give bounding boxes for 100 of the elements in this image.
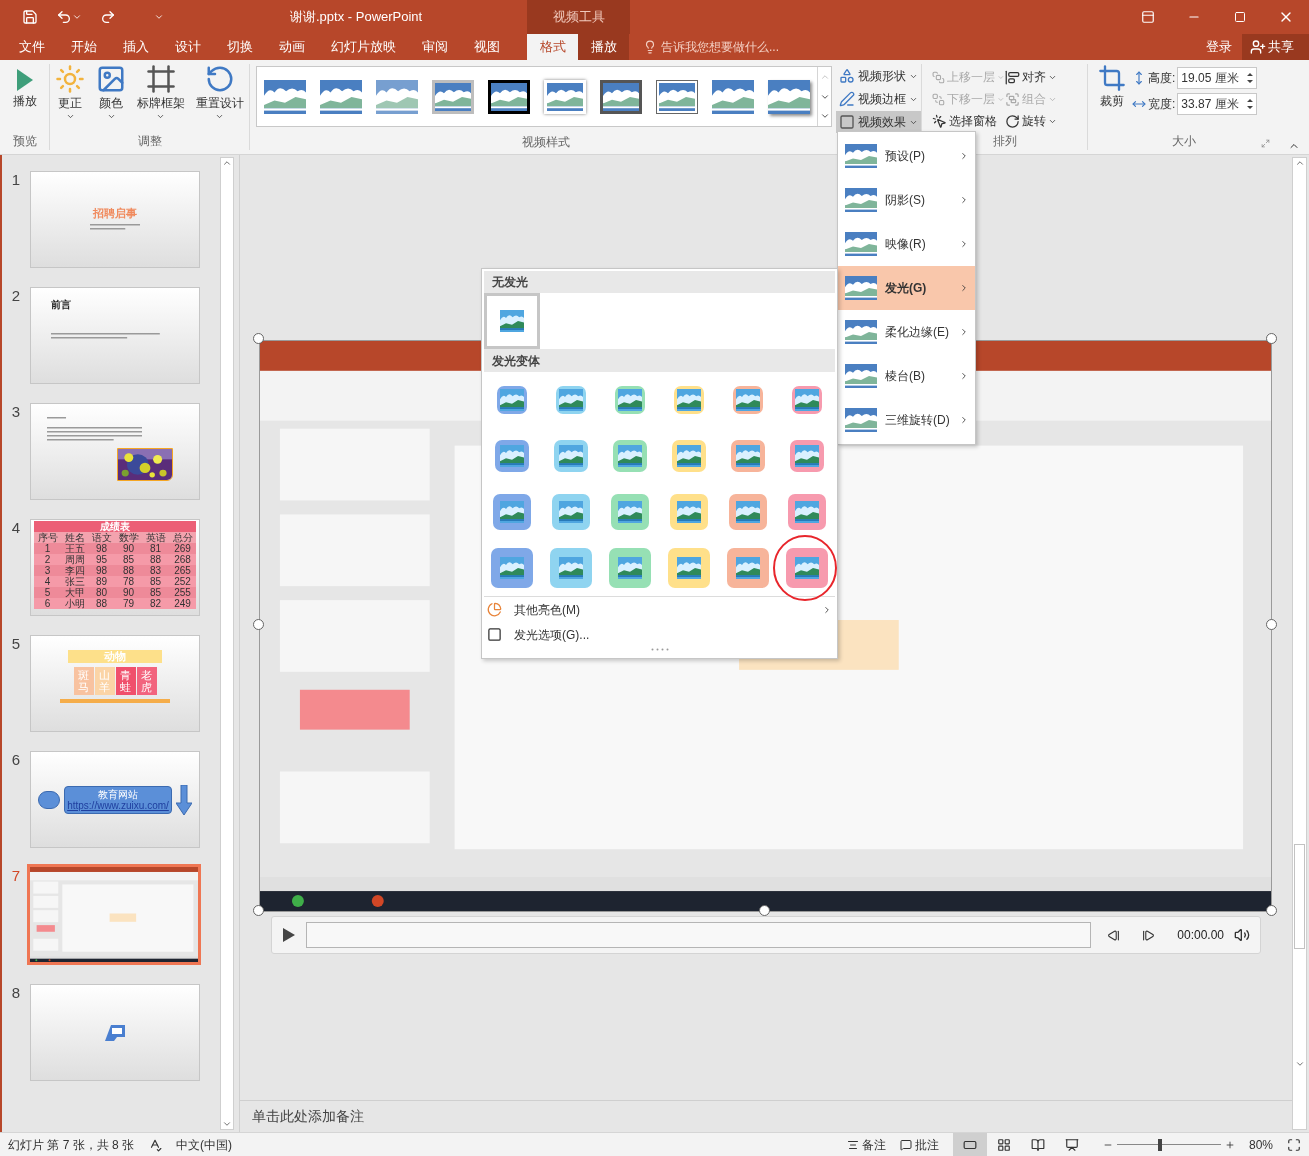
ribbon-tab[interactable]: 格式 (527, 34, 578, 60)
glow-option[interactable] (732, 386, 763, 414)
style-option[interactable] (600, 79, 642, 114)
ribbon-command[interactable]: 对齐 (1004, 66, 1077, 88)
spinner-icon[interactable] (1246, 97, 1255, 111)
table-cell: 88 (88, 598, 115, 609)
resize-handle[interactable] (1266, 333, 1277, 344)
menu-item[interactable]: 棱台(B) (838, 354, 975, 398)
play-button[interactable]: 播放 (0, 64, 49, 132)
glow-option[interactable] (611, 494, 650, 530)
volume-button[interactable] (1234, 927, 1250, 943)
zoom-in-icon[interactable] (1224, 1139, 1235, 1150)
fit-to-window-icon[interactable] (1287, 1137, 1301, 1152)
ribbon-command[interactable]: 旋转 (1004, 110, 1077, 132)
glow-option[interactable] (609, 548, 652, 588)
ribbon-tab[interactable]: 幻灯片放映 (318, 34, 409, 60)
glow-option[interactable] (785, 548, 828, 588)
previous-frame-button[interactable] (1107, 928, 1121, 942)
tell-me-field[interactable]: 告诉我您想要做什么... (661, 38, 841, 56)
ribbon-tab[interactable]: 插入 (110, 34, 162, 60)
slide-thumbnail[interactable]: 前言 (30, 287, 200, 384)
glow-option[interactable] (493, 494, 532, 530)
size-field[interactable]: 19.05 厘米 (1177, 67, 1258, 89)
size-field[interactable]: 33.87 厘米 (1177, 93, 1258, 115)
ribbon-command[interactable]: 视频效果 (836, 111, 921, 133)
menu-item[interactable]: 柔化边缘(E) (838, 310, 975, 354)
glow-option[interactable] (728, 494, 767, 530)
table-cell: 268 (169, 554, 196, 565)
resize-handle[interactable] (253, 619, 264, 630)
resize-handle[interactable] (759, 905, 770, 916)
resize-handle[interactable] (1266, 619, 1277, 630)
menu-item[interactable]: 映像(R) (838, 222, 975, 266)
save-button[interactable] (20, 7, 40, 27)
style-option[interactable] (488, 79, 530, 114)
glow-option[interactable] (552, 494, 591, 530)
resize-handle[interactable] (1266, 905, 1277, 916)
glow-option[interactable] (554, 440, 589, 472)
menu-item[interactable]: 预设(P) (838, 134, 975, 178)
ribbon-button[interactable]: 更正 (55, 64, 86, 132)
next-frame-button[interactable] (1142, 928, 1156, 942)
glow-option[interactable] (613, 440, 648, 472)
sign-in-link[interactable]: 登录 (1196, 34, 1242, 60)
notes-placeholder[interactable]: 单击此处添加备注 (252, 1106, 364, 1127)
glow-option[interactable] (497, 386, 528, 414)
glow-option[interactable] (615, 386, 646, 414)
ribbon-tab[interactable]: 开始 (58, 34, 110, 60)
comments-button[interactable]: 批注 (899, 1135, 939, 1154)
menu-item[interactable]: 其他亮色(M) (482, 597, 837, 622)
spell-check-icon[interactable] (148, 1137, 163, 1152)
zoom-slider[interactable] (1116, 1138, 1221, 1151)
slide-thumbnail[interactable] (30, 403, 200, 500)
ribbon-tab[interactable]: 文件 (6, 34, 58, 60)
ribbon-button[interactable]: 标牌框架 (136, 64, 185, 132)
menu-item[interactable]: 发光(G) (838, 266, 975, 310)
resize-handle[interactable] (253, 905, 264, 916)
view-button[interactable] (952, 1133, 987, 1156)
menu-item[interactable]: 三维旋转(D) (838, 398, 975, 442)
ribbon-command[interactable]: 选择窗格 (932, 110, 1005, 132)
glow-option[interactable] (556, 386, 587, 414)
ribbon-tab[interactable]: 动画 (266, 34, 318, 60)
ribbon-button[interactable]: 重置设计 (195, 64, 244, 132)
glow-option[interactable] (789, 440, 824, 472)
resize-handle[interactable] (253, 333, 264, 344)
ribbon-button[interactable]: 颜色 (96, 64, 127, 132)
scrollbar[interactable] (220, 157, 234, 1130)
scrollbar[interactable] (1292, 157, 1307, 1130)
slide-thumbnail[interactable] (30, 984, 200, 1081)
zoom-level[interactable]: 80% (1248, 1135, 1273, 1154)
slide-thumbnail[interactable]: 成绩表 序号 姓名 语文 数学 英语 总分 1 王五 98 90 81 269 2 周周 95 85 88 268 3 李四 98 88 83 265 4 张三 89 78 85 252 5 大甲 80 90 85 255 6 小明 88 79 82 249 (30, 519, 200, 616)
glow-option[interactable] (495, 440, 530, 472)
ribbon-tab[interactable]: 播放 (578, 34, 629, 60)
glow-option[interactable] (791, 386, 822, 414)
share-button[interactable]: 共享 (1242, 34, 1309, 60)
glow-option[interactable] (669, 494, 708, 530)
ribbon-tab[interactable]: 视图 (461, 34, 513, 60)
ribbon-command[interactable]: 视频边框 (836, 88, 921, 110)
crop-button[interactable]: 裁剪 (1098, 64, 1126, 132)
notes-button[interactable]: 备注 (846, 1135, 886, 1154)
menu-item[interactable]: 发光选项(G)... (482, 622, 837, 647)
ribbon-tab[interactable]: 切换 (214, 34, 266, 60)
glow-option[interactable] (730, 440, 765, 472)
resize-grip-icon[interactable] (650, 648, 669, 651)
timeline-track[interactable] (306, 922, 1092, 948)
language-label[interactable]: 中文(中国) (176, 1135, 233, 1154)
glow-option[interactable] (491, 548, 534, 588)
glow-option[interactable] (726, 548, 769, 588)
scroll-thumb[interactable] (1294, 844, 1305, 949)
dialog-launcher-icon[interactable] (1261, 139, 1270, 148)
glow-option[interactable] (550, 548, 593, 588)
play-button[interactable] (282, 927, 296, 943)
glow-option[interactable] (671, 440, 706, 472)
glow-option[interactable] (673, 386, 704, 414)
slider-thumb[interactable] (1157, 1138, 1162, 1151)
menu-item[interactable]: 阴影(S) (838, 178, 975, 222)
ribbon-command[interactable]: 视频形状 (836, 65, 921, 87)
glow-option[interactable] (667, 548, 710, 588)
spinner-icon[interactable] (1246, 71, 1255, 85)
ribbon-tab[interactable]: 审阅 (409, 34, 461, 60)
glow-option[interactable] (787, 494, 826, 530)
ribbon-tab[interactable]: 设计 (162, 34, 214, 60)
